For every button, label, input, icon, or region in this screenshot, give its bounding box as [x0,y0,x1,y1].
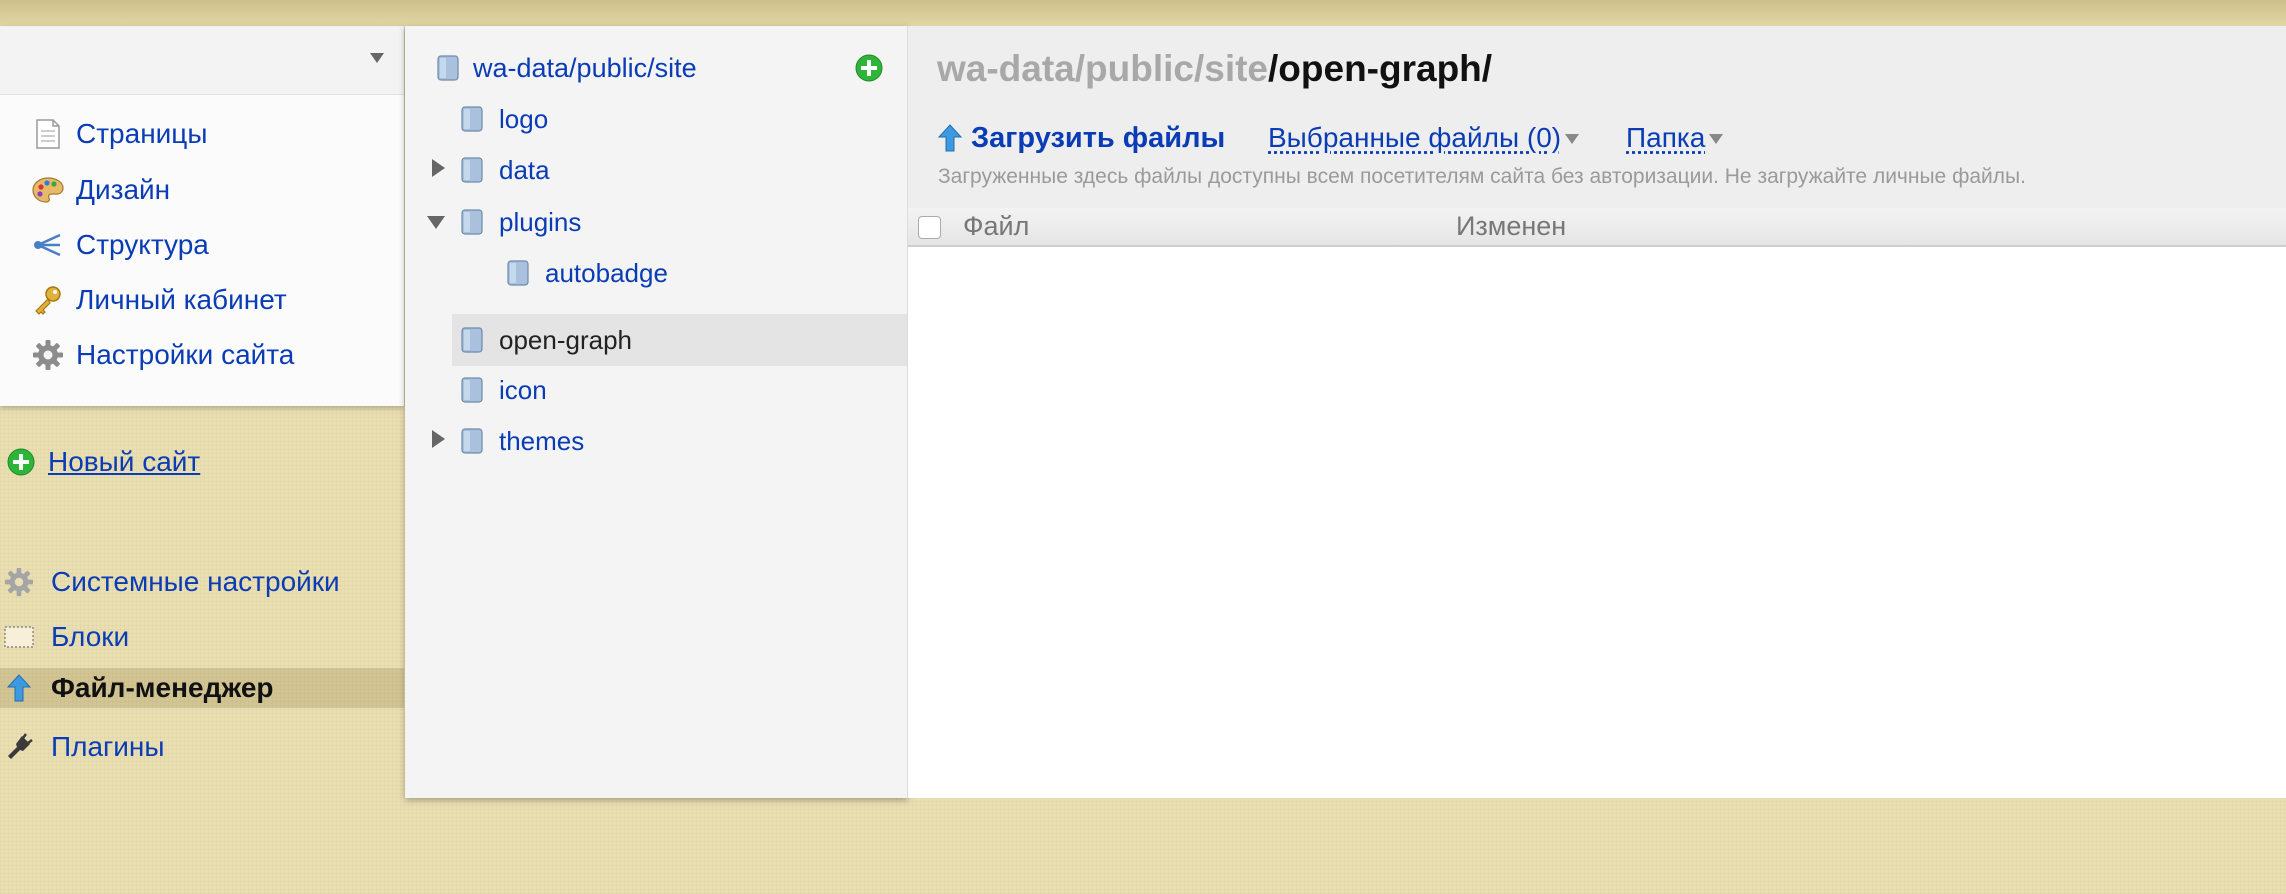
site-selector[interactable] [0,26,404,95]
new-site-link[interactable]: Новый сайт [6,442,200,482]
tree-node-themes[interactable]: themes [461,417,584,465]
folder-tree-panel: wa-data/public/site logo data plugins au… [405,26,908,798]
sidebar-item-label: Блоки [51,621,130,652]
current-path: wa-data/public/site/open-graph/ [937,48,1492,90]
folder-icon [461,209,483,235]
column-modified[interactable]: Изменен [1456,211,1566,242]
folder-icon [461,157,483,183]
chevron-down-icon[interactable] [370,53,384,63]
gear-icon [4,567,34,597]
tree-node-label: icon [499,374,547,405]
sidebar-item-label: Страницы [76,118,208,149]
sidebar-item-label: Системные настройки [51,566,340,597]
folder-icon [461,106,483,132]
select-all-checkbox[interactable] [918,216,941,239]
tree-node-icon[interactable]: icon [461,366,547,414]
sidebar-item-personal-account[interactable]: Личный кабинет [32,280,287,320]
page-icon [32,118,64,150]
sidebar-item-label: Настройки сайта [76,339,295,370]
sidebar-item-label: Файл-менеджер [51,672,274,703]
sidebar-item-structure[interactable]: Структура [32,225,209,265]
tree-node-autobadge[interactable]: autobadge [507,249,668,297]
sidebar-item-label: Личный кабинет [76,284,287,315]
key-icon [32,284,64,316]
folder-icon [461,428,483,454]
file-list-area [908,245,2286,798]
folder-icon [437,55,459,81]
tree-node-label: data [499,154,550,185]
tree-root-label: wa-data/public/site [473,52,697,83]
upload-files-label: Загрузить файлы [971,121,1226,154]
file-browser-header: wa-data/public/site/open-graph/ Загрузит… [908,26,2286,247]
collapse-arrow-icon[interactable] [427,216,445,229]
sidebar-item-site-settings[interactable]: Настройки сайта [32,335,294,375]
tree-node-open-graph[interactable]: open-graph [452,314,907,366]
tree-node-label: plugins [499,206,582,237]
folder-icon [507,260,529,286]
selected-files-label: Выбранные файлы (0) [1268,122,1562,153]
upload-arrow-icon [4,673,34,703]
expand-arrow-icon[interactable] [432,430,445,448]
tree-node-label: open-graph [499,324,632,355]
upload-hint: Загруженные здесь файлы доступны всем по… [938,165,2026,188]
structure-icon [32,229,64,261]
tree-root-folder[interactable]: wa-data/public/site [437,48,697,88]
file-table-header: Файл Изменен [908,208,2286,247]
sidebar-item-label: Плагины [51,731,165,762]
folder-menu-label: Папка [1626,122,1706,153]
folder-icon [461,377,483,403]
path-base[interactable]: wa-data/public/site [937,48,1268,89]
gear-icon [32,339,64,371]
top-edge [0,0,2286,26]
blocks-icon [4,622,34,652]
tree-node-label: logo [499,103,549,134]
tree-node-label: autobadge [545,257,668,288]
tree-node-label: themes [499,425,585,456]
folder-icon [461,327,483,353]
chevron-down-icon [1565,134,1580,144]
selected-files-dropdown[interactable]: Выбранные файлы (0) [1268,118,1580,158]
sidebar-item-pages[interactable]: Страницы [32,114,207,154]
tree-node-data[interactable]: data [461,146,550,194]
sidebar-item-label: Структура [76,229,209,260]
column-file[interactable]: Файл [963,211,1029,242]
palette-icon [32,174,64,206]
add-folder-icon[interactable] [855,54,883,87]
plug-icon [4,732,34,762]
upload-arrow-icon [937,124,963,152]
add-circle-icon [6,447,36,477]
sidebar-item-plugins[interactable]: Плагины [4,727,164,767]
tree-node-logo[interactable]: logo [461,95,548,143]
sidebar-item-label: Дизайн [76,174,171,205]
sidebar-item-system-settings[interactable]: Системные настройки [4,562,340,602]
sidebar-item-design[interactable]: Дизайн [32,170,170,210]
folder-dropdown[interactable]: Папка [1626,118,1724,158]
tree-node-plugins[interactable]: plugins [461,198,581,246]
upload-files-button[interactable]: Загрузить файлы [937,118,1225,158]
expand-arrow-icon[interactable] [432,159,445,177]
sidebar-item-blocks[interactable]: Блоки [4,617,129,657]
new-site-label: Новый сайт [48,446,201,477]
file-browser-main: wa-data/public/site/open-graph/ Загрузит… [908,26,2286,798]
sidebar-item-file-manager[interactable]: Файл-менеджер [0,668,404,708]
path-current: /open-graph/ [1268,48,1493,89]
chevron-down-icon [1709,134,1724,144]
